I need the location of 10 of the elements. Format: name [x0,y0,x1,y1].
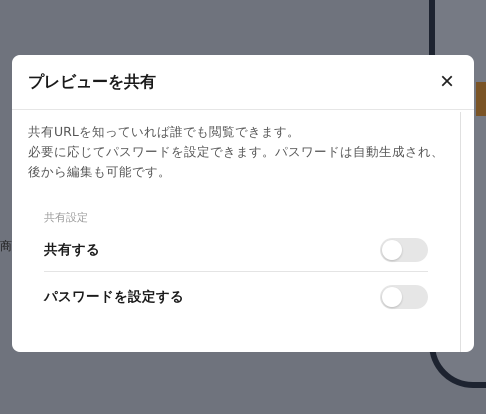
description-text: 共有URLを知っていれば誰でも閲覧できます。 [28,123,301,141]
section-label: 共有設定 [44,210,89,225]
setting-label: 共有する [44,241,100,259]
close-button[interactable]: × [434,70,460,94]
toggle-switch[interactable] [380,238,428,262]
description-text: 必要に応じてパスワードを設定できます。パスワードは自動生成され、後から編集も可能です。 [28,143,444,181]
setting-label: パスワードを設定する [44,288,184,306]
toggle-switch[interactable] [380,285,428,309]
background-text: 商 [0,238,12,255]
dialog-title: プレビューを共有 [28,72,156,92]
